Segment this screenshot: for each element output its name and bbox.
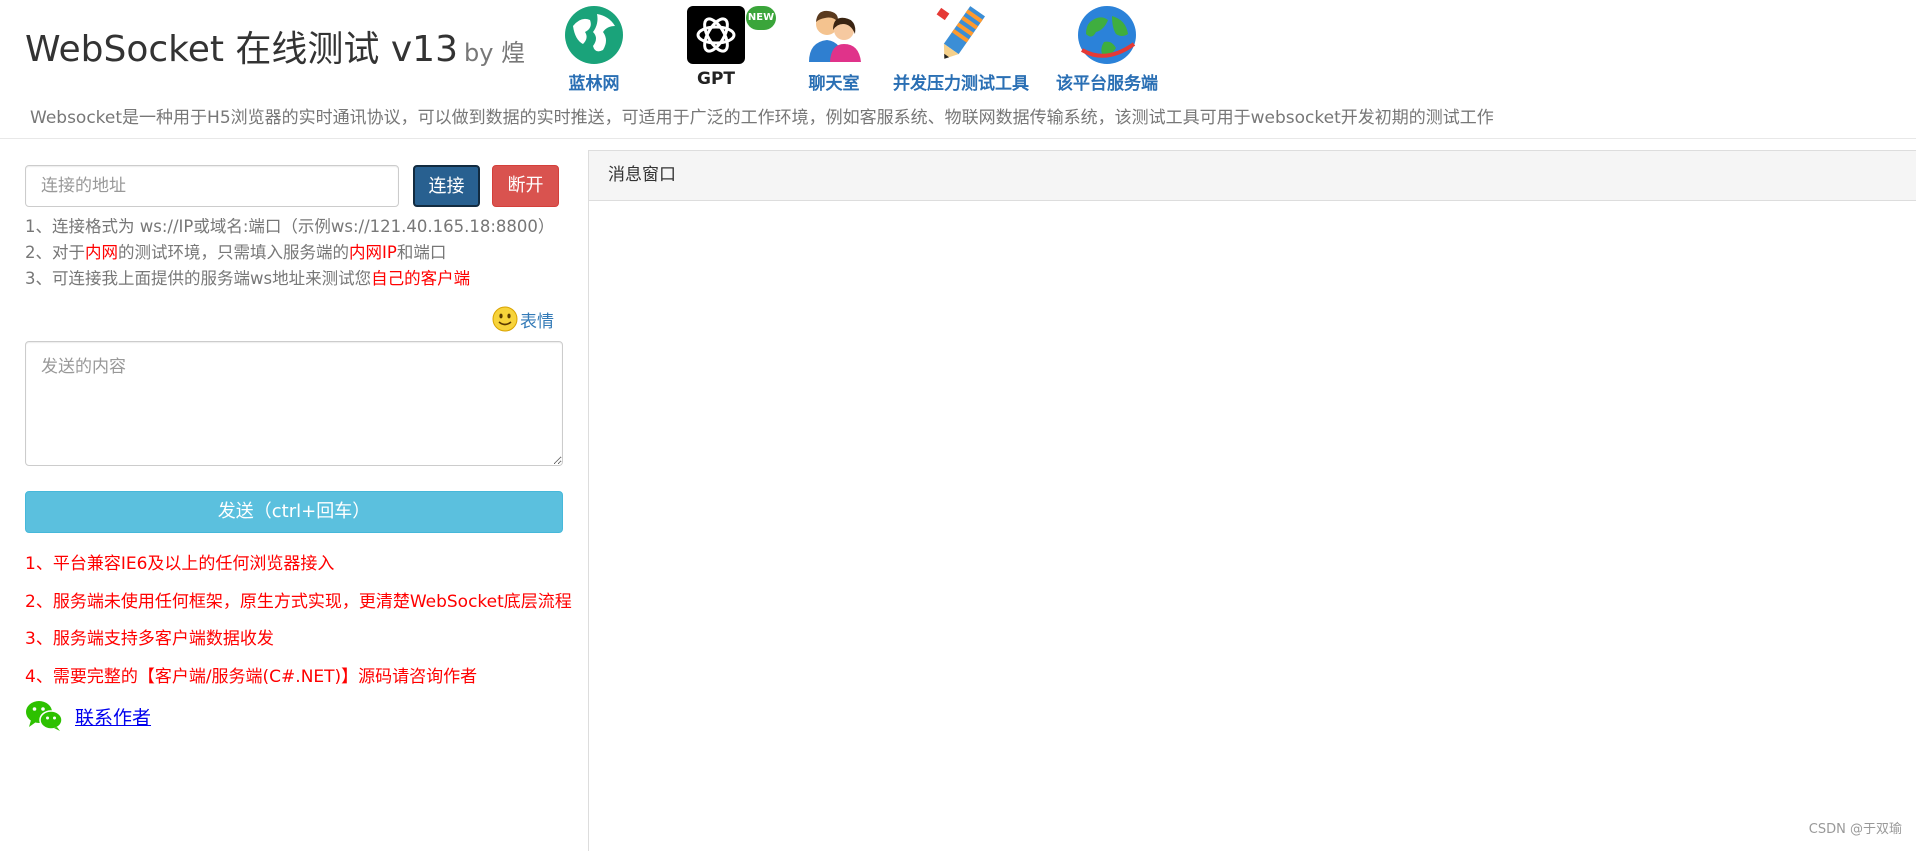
- emoji-button[interactable]: 表情: [492, 306, 554, 332]
- nav-item-lanlin[interactable]: 蓝林网: [563, 4, 625, 94]
- disconnect-button[interactable]: 断开: [492, 165, 559, 207]
- nav-item-gpt[interactable]: GPT NEW: [685, 4, 776, 89]
- hint-text: 3、可连接我上面提供的服务端ws地址来测试您: [25, 269, 372, 288]
- hint-highlight: 内网: [85, 243, 118, 262]
- globe-icon: [565, 6, 623, 64]
- message-area[interactable]: [589, 201, 1916, 851]
- hint-line-2: 2、对于内网的测试环境，只需填入服务端的内网IP和端口: [25, 240, 554, 266]
- page-title: WebSocket 在线测试 v13 by 煌: [25, 20, 525, 72]
- chat-users-icon: [809, 10, 861, 62]
- new-badge: NEW: [746, 6, 776, 30]
- connect-button[interactable]: 连接: [413, 165, 480, 207]
- page-title-text: WebSocket 在线测试 v13: [25, 29, 458, 70]
- page-description: Websocket是一种用于H5浏览器的实时通讯协议，可以做到数据的实时推送，可…: [30, 108, 1494, 128]
- nav-item-stress-test[interactable]: 并发压力测试工具: [893, 4, 1029, 94]
- nav-label: 聊天室: [808, 74, 860, 94]
- feature-list: 1、平台兼容IE6及以上的任何浏览器接入 2、服务端未使用任何框架，原生方式实现…: [25, 553, 572, 703]
- message-panel: 消息窗口: [588, 150, 1916, 851]
- nav-item-platform-server[interactable]: 该平台服务端: [1056, 4, 1158, 94]
- nav-item-chatroom[interactable]: 聊天室: [803, 4, 865, 94]
- feature-item: 1、平台兼容IE6及以上的任何浏览器接入: [25, 554, 335, 574]
- pencil-ruler-icon: [936, 6, 986, 59]
- contact-author-link[interactable]: 联系作者: [75, 703, 151, 730]
- hint-line-3: 3、可连接我上面提供的服务端ws地址来测试您自己的客户端: [25, 266, 554, 292]
- feature-item: 2、服务端未使用任何框架，原生方式实现，更清楚WebSocket底层流程: [25, 591, 572, 612]
- panel-title: 消息窗口: [589, 151, 1916, 201]
- nav-label: GPT: [696, 69, 735, 89]
- nav-label: 并发压力测试工具: [893, 74, 1029, 94]
- hint-highlight: 自己的客户端: [371, 269, 471, 288]
- feature-item: 3、服务端支持多客户端数据收发: [25, 629, 274, 649]
- hint-line-1: 1、连接格式为 ws://IP或域名:端口（示例ws://121.40.165.…: [25, 217, 555, 236]
- hint-text: 的测试环境，只需填入服务端的: [118, 243, 349, 262]
- nav-label: 蓝林网: [568, 74, 620, 94]
- openai-icon: [687, 6, 745, 64]
- contact-row: 联系作者: [25, 700, 151, 732]
- page-author: by 煌: [464, 39, 526, 67]
- smiley-icon: [492, 306, 518, 332]
- watermark: CSDN @于双瑜: [1808, 822, 1902, 837]
- connection-hints: 1、连接格式为 ws://IP或域名:端口（示例ws://121.40.165.…: [25, 214, 554, 292]
- hint-highlight: 内网IP: [349, 243, 397, 262]
- message-textarea[interactable]: [25, 341, 563, 466]
- emoji-label: 表情: [520, 311, 554, 332]
- nav-label: 该平台服务端: [1056, 74, 1158, 94]
- send-button[interactable]: 发送（ctrl+回车）: [25, 491, 563, 533]
- feature-item: 4、需要完整的【客户端/服务端(C#.NET)】源码请咨询作者: [25, 666, 478, 687]
- wechat-icon: [26, 701, 63, 731]
- earth-server-icon: [1078, 6, 1136, 64]
- header-divider: [0, 138, 1916, 139]
- hint-text: 和端口: [396, 243, 447, 262]
- address-input[interactable]: [25, 165, 399, 207]
- hint-text: 2、对于: [25, 243, 85, 262]
